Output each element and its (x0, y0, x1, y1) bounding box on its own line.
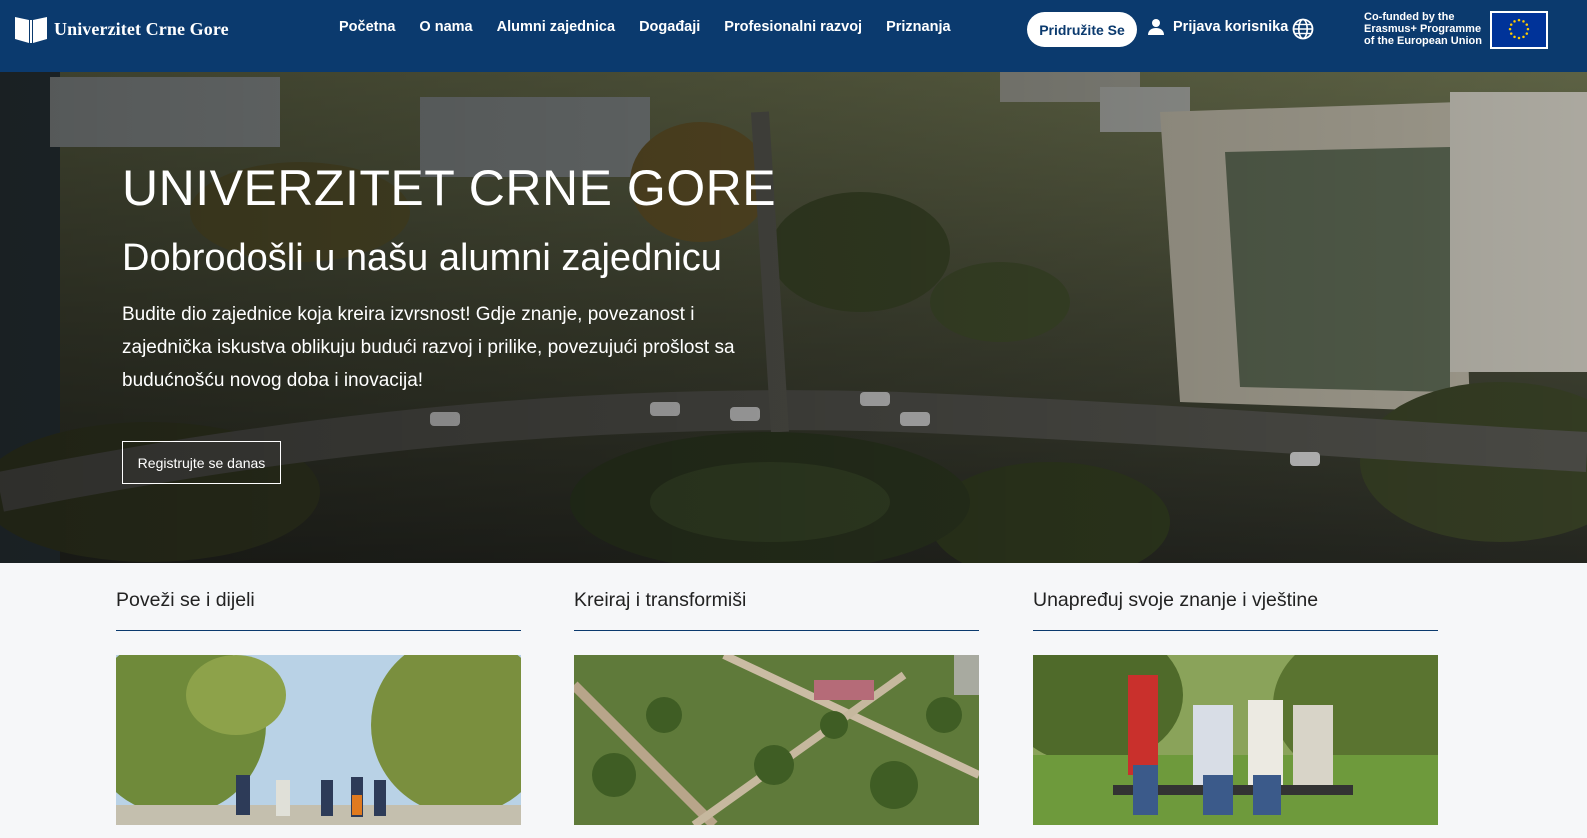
top-navbar: Univerzitet Crne Gore Početna O nama Alu… (0, 0, 1587, 72)
university-logo[interactable]: Univerzitet Crne Gore (14, 14, 229, 44)
join-button[interactable]: Pridružite Se (1027, 12, 1137, 47)
login-link[interactable]: Prijava korisnika (1147, 18, 1288, 36)
erasmus-line: Co-funded by the (1364, 11, 1455, 23)
feature-cards: Poveži se i dijeli Kreiraj i transformiš… (116, 563, 1438, 838)
erasmus-cofunded-text: Co-funded by the Erasmus+ Programme of t… (1364, 11, 1482, 47)
register-button[interactable]: Registrujte se danas (122, 441, 281, 484)
user-icon (1148, 19, 1164, 35)
nav-profesionalni-razvoj[interactable]: Profesionalni razvoj (724, 19, 862, 35)
book-logo-icon (15, 17, 47, 43)
hero-title: UNIVERZITET CRNE GORE (122, 160, 777, 216)
main-nav: Početna O nama Alumni zajednica Događaji… (339, 19, 951, 35)
card-divider (574, 630, 979, 631)
hero-description: Budite dio zajednice koja kreira izvrsno… (122, 304, 735, 391)
logo-text: Univerzitet Crne Gore (54, 18, 229, 39)
card-divider (116, 630, 521, 631)
campus-park-aerial-photo (574, 655, 979, 825)
card-title: Poveži se i dijeli (116, 589, 255, 611)
nav-o-nama[interactable]: O nama (419, 19, 472, 35)
globe-icon[interactable] (1292, 18, 1314, 40)
nav-pocetna[interactable]: Početna (339, 19, 395, 35)
students-on-bench-photo (1033, 655, 1438, 825)
nav-alumni-zajednica[interactable]: Alumni zajednica (497, 19, 615, 35)
nav-priznanja[interactable]: Priznanja (886, 19, 950, 35)
card-title: Kreiraj i transformiši (574, 589, 747, 611)
hero-content: UNIVERZITET CRNE GORE Dobrodošli u našu … (122, 160, 822, 397)
hero-section: UNIVERZITET CRNE GORE Dobrodošli u našu … (0, 72, 1587, 563)
hero-subtitle: Dobrodošli u našu alumni zajednicu (122, 237, 722, 279)
erasmus-line: of the European Union (1364, 35, 1482, 47)
erasmus-line: Erasmus+ Programme (1364, 23, 1482, 35)
login-label: Prijava korisnika (1173, 19, 1289, 35)
card-title: Unapređuj svoje znanje i vještine (1033, 589, 1319, 611)
eu-flag-icon (1490, 11, 1548, 49)
card-divider (1033, 630, 1438, 631)
nav-dogadjaji[interactable]: Događaji (639, 19, 700, 35)
students-walking-photo (116, 655, 521, 825)
